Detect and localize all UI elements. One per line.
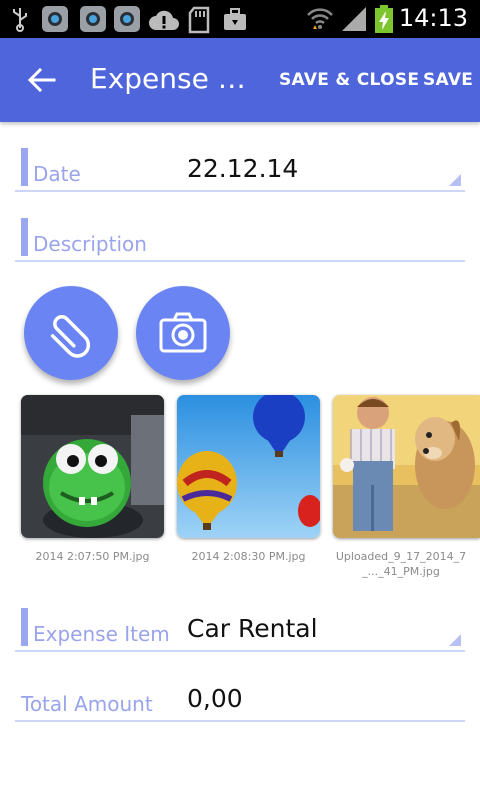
dropdown-arrow-icon [449, 634, 461, 646]
description-field[interactable]: Description [15, 216, 465, 262]
field-marker [21, 218, 28, 256]
attach-file-button[interactable] [24, 286, 118, 380]
cloud-alert-icon [149, 10, 179, 30]
signal-icon [342, 7, 366, 31]
back-button[interactable] [26, 64, 58, 96]
save-and-close-button[interactable]: SAVE & CLOSE [279, 70, 419, 90]
briefcase-icon [224, 8, 246, 30]
paperclip-icon [50, 315, 91, 358]
save-button[interactable]: SAVE [423, 70, 473, 90]
divider [15, 190, 465, 192]
attachment-thumbnail[interactable] [21, 395, 164, 538]
expense-item-field[interactable]: Expense Item Car Rental [15, 606, 465, 652]
divider [15, 260, 465, 262]
sd-card-icon [188, 6, 210, 34]
attachment-thumbnail[interactable] [177, 395, 320, 538]
total-amount-field[interactable]: Total Amount 0,00 [15, 676, 465, 722]
total-amount-label: Total Amount [21, 692, 153, 716]
expense-item-value: Car Rental [187, 614, 318, 643]
divider [15, 720, 465, 722]
toolbar: Expense R... SAVE & CLOSE SAVE [0, 38, 480, 122]
expense-item-label: Expense Item [33, 622, 170, 646]
wifi-icon [307, 8, 333, 29]
camera-icon [159, 312, 207, 353]
field-marker [21, 148, 28, 186]
app-icon [114, 6, 140, 32]
page-title: Expense R... [90, 62, 260, 95]
app-icon [42, 6, 68, 32]
attachment-thumbnail[interactable] [333, 395, 480, 538]
clock: 14:13 [398, 4, 468, 32]
photo-green-toy [21, 395, 164, 538]
total-amount-value: 0,00 [187, 684, 243, 713]
attachment-caption: Uploaded_9_17_2014_7_..._41_PM.jpg [335, 550, 467, 578]
app-icon [80, 6, 106, 32]
attachment-caption: 2014 2:07:50 PM.jpg [35, 550, 150, 563]
description-label: Description [33, 232, 147, 256]
usb-icon [13, 8, 27, 32]
divider [15, 650, 465, 652]
date-field[interactable]: Date 22.12.14 [15, 146, 465, 192]
field-marker [21, 608, 28, 646]
camera-button[interactable] [136, 286, 230, 380]
date-value: 22.12.14 [187, 154, 299, 183]
date-label: Date [33, 162, 81, 186]
dropdown-arrow-icon [449, 174, 461, 186]
photo-hot-air-balloons [177, 395, 320, 538]
battery-charging-icon [375, 5, 393, 33]
status-bar: 14:13 [0, 0, 480, 38]
attachment-caption: 2014 2:08:30 PM.jpg [191, 550, 306, 563]
arrow-back-icon [27, 67, 56, 93]
photo-child-with-dog [333, 395, 480, 538]
